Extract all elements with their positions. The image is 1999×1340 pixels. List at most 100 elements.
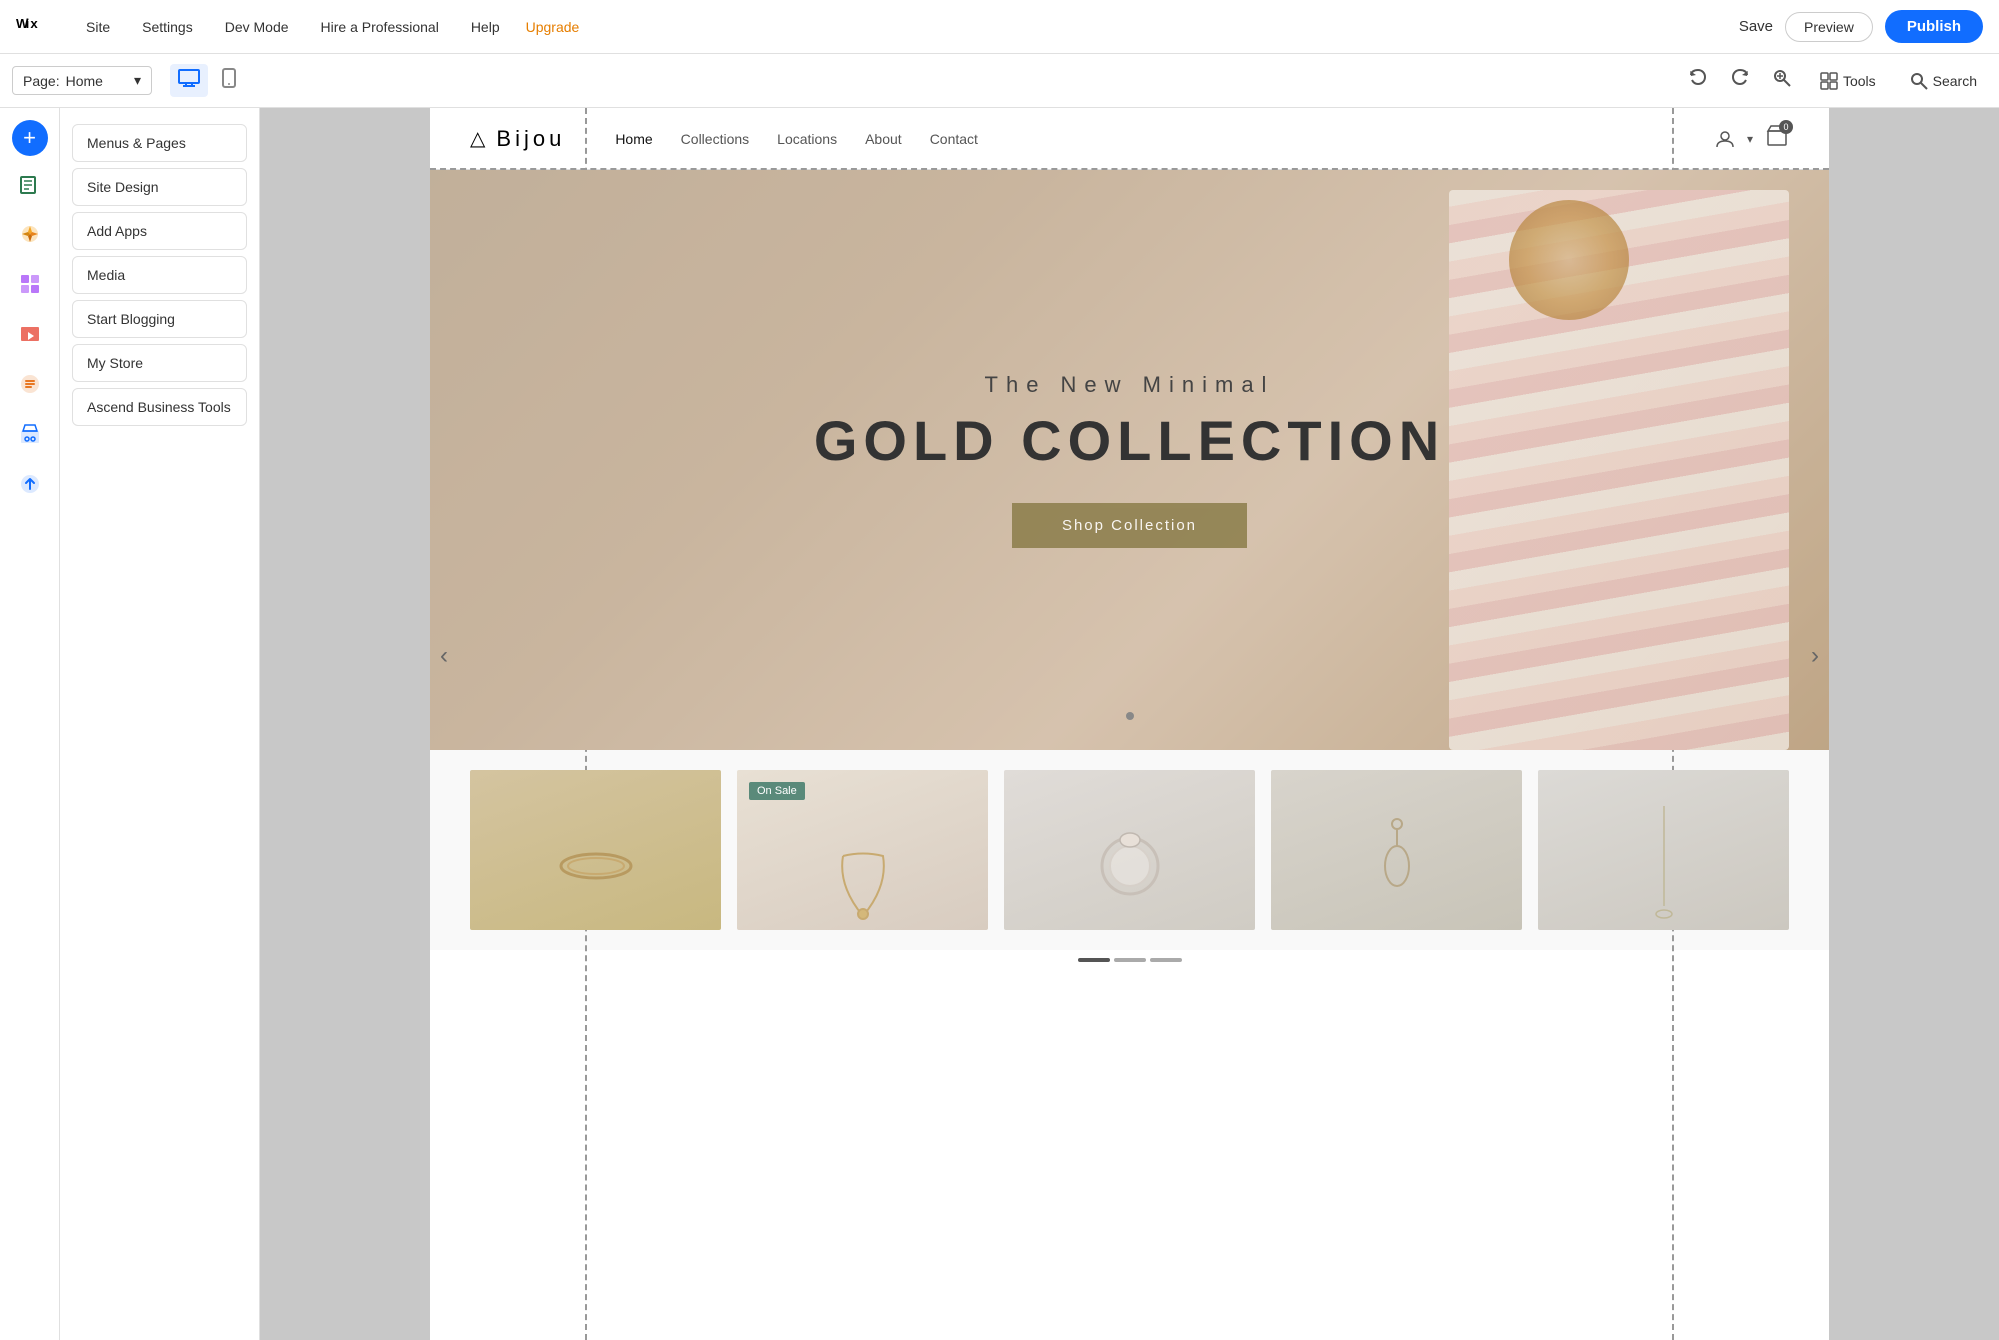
- chevron-down-icon: ▾: [134, 72, 141, 89]
- tools-icon: [1820, 72, 1838, 90]
- second-bar: Page: Home ▾: [0, 54, 1999, 108]
- scroll-dot-2: [1114, 958, 1146, 962]
- preview-nav-links: Home Collections Locations About Contact: [615, 131, 978, 147]
- hero-cta-button[interactable]: Shop Collection: [1012, 503, 1247, 548]
- desktop-icon: [178, 69, 200, 87]
- preview-navigation: △ Bijou Home Collections Locations About…: [430, 108, 1829, 170]
- tools-button[interactable]: Tools: [1810, 67, 1886, 95]
- bracelet-icon: [556, 846, 636, 886]
- ascend-icon: [19, 473, 41, 495]
- desktop-view-button[interactable]: [170, 64, 208, 97]
- add-apps-button[interactable]: Add Apps: [72, 212, 247, 250]
- left-panel: Menus & Pages Site Design Add Apps Media…: [60, 108, 260, 1340]
- my-store-button[interactable]: My Store: [72, 344, 247, 382]
- hero-subtitle: The New Minimal: [814, 372, 1445, 398]
- secondbar-right: Tools Search: [1684, 64, 1987, 97]
- user-icon: [1715, 129, 1735, 149]
- sidebar-store-button[interactable]: [8, 412, 52, 456]
- device-icons: [170, 64, 244, 97]
- nav-upgrade[interactable]: Upgrade: [526, 19, 580, 35]
- blog-icon: [19, 373, 41, 395]
- chevron-user-icon: ▾: [1747, 132, 1753, 146]
- nav-settings[interactable]: Settings: [136, 15, 199, 39]
- product-card-2[interactable]: On Sale: [737, 770, 988, 930]
- save-button[interactable]: Save: [1739, 18, 1773, 35]
- earring-icon: [1377, 816, 1417, 916]
- mobile-view-button[interactable]: [214, 64, 244, 97]
- site-canvas[interactable]: △ Bijou Home Collections Locations About…: [430, 108, 1829, 1340]
- product-3-image: [1004, 810, 1255, 927]
- nav-link-locations: Locations: [777, 131, 837, 147]
- sidebar-pages-button[interactable]: [8, 162, 52, 206]
- product-4-image: [1271, 800, 1522, 930]
- publish-button[interactable]: Publish: [1885, 10, 1983, 43]
- ascend-tools-button[interactable]: Ascend Business Tools: [72, 388, 247, 426]
- logo-text: Bijou: [496, 126, 565, 152]
- logo-icon: △: [470, 126, 488, 151]
- tools-label: Tools: [1843, 73, 1876, 89]
- media-icon: [19, 323, 41, 345]
- undo-button[interactable]: [1684, 65, 1712, 96]
- sidebar-blog-button[interactable]: [8, 362, 52, 406]
- nav-link-home: Home: [615, 131, 652, 147]
- hero-jewelry-accent: [1509, 200, 1629, 320]
- zoom-button[interactable]: [1768, 64, 1796, 97]
- top-right-actions: Save Preview Publish: [1739, 10, 1983, 43]
- svg-text:x: x: [30, 16, 38, 31]
- product-card-3[interactable]: [1004, 770, 1255, 930]
- start-blogging-button[interactable]: Start Blogging: [72, 300, 247, 338]
- products-section: On Sale: [430, 750, 1829, 950]
- sidebar-apps-button[interactable]: [8, 262, 52, 306]
- product-2-image: [737, 830, 988, 930]
- svg-text:i: i: [26, 16, 30, 31]
- cart-icon-wrapper: 0: [1765, 124, 1789, 153]
- pages-icon: [19, 173, 41, 195]
- nav-hire[interactable]: Hire a Professional: [315, 15, 445, 39]
- media-button[interactable]: Media: [72, 256, 247, 294]
- canvas-area: △ Bijou Home Collections Locations About…: [260, 108, 1999, 1340]
- hero-content: The New Minimal GOLD COLLECTION Shop Col…: [814, 372, 1445, 548]
- page-selector[interactable]: Page: Home ▾: [12, 66, 152, 95]
- undo-icon: [1688, 69, 1708, 87]
- sidebar-media-button[interactable]: [8, 312, 52, 356]
- product-card-1[interactable]: [470, 770, 721, 930]
- carousel-prev-button[interactable]: ‹: [440, 642, 448, 670]
- redo-icon: [1730, 69, 1750, 87]
- search-icon: [1910, 72, 1928, 90]
- site-design-button[interactable]: Site Design: [72, 168, 247, 206]
- top-bar: W i x Site Settings Dev Mode Hire a Prof…: [0, 0, 1999, 54]
- add-element-button[interactable]: +: [12, 120, 48, 156]
- nav-site[interactable]: Site: [80, 15, 116, 39]
- nav-dev-mode[interactable]: Dev Mode: [219, 15, 295, 39]
- design-icon: [19, 223, 41, 245]
- chain-icon: [1649, 806, 1679, 926]
- search-button[interactable]: Search: [1900, 67, 1987, 95]
- carousel-next-button[interactable]: ›: [1811, 642, 1819, 670]
- menus-pages-button[interactable]: Menus & Pages: [72, 124, 247, 162]
- sidebar-ascend-button[interactable]: [8, 462, 52, 506]
- store-icon: [19, 423, 41, 445]
- sidebar-icons: +: [0, 108, 60, 1340]
- preview-button[interactable]: Preview: [1785, 12, 1873, 42]
- redo-button[interactable]: [1726, 65, 1754, 96]
- scroll-dot-3: [1150, 958, 1182, 962]
- nav-link-about: About: [865, 131, 902, 147]
- cart-badge: 0: [1779, 120, 1793, 134]
- nav-help[interactable]: Help: [465, 15, 506, 39]
- product-card-4[interactable]: [1271, 770, 1522, 930]
- site-logo: △ Bijou: [470, 126, 565, 152]
- product-card-5[interactable]: [1538, 770, 1789, 930]
- on-sale-badge: On Sale: [749, 782, 805, 800]
- apps-icon: [19, 273, 41, 295]
- search-label: Search: [1933, 73, 1977, 89]
- hero-section[interactable]: The New Minimal GOLD COLLECTION Shop Col…: [430, 170, 1829, 750]
- product-1-image: [470, 830, 721, 905]
- zoom-icon: [1772, 68, 1792, 88]
- page-label: Page:: [23, 73, 60, 89]
- wix-logo[interactable]: W i x: [16, 13, 52, 40]
- page-name: Home: [66, 73, 103, 89]
- nav-link-collections: Collections: [681, 131, 749, 147]
- sidebar-design-button[interactable]: [8, 212, 52, 256]
- ring-icon: [1090, 826, 1170, 906]
- carousel-dot: [1126, 712, 1134, 720]
